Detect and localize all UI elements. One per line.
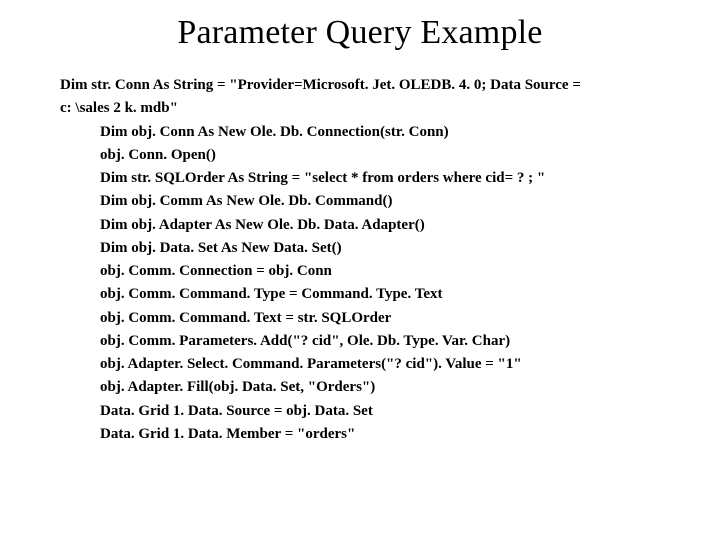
code-line: obj. Adapter. Select. Command. Parameter… xyxy=(60,353,680,376)
code-line: obj. Comm. Command. Type = Command. Type… xyxy=(60,283,680,306)
slide: Parameter Query Example Dim str. Conn As… xyxy=(0,0,720,540)
code-line: Dim obj. Data. Set As New Data. Set() xyxy=(60,237,680,260)
code-line: Data. Grid 1. Data. Source = obj. Data. … xyxy=(60,400,680,423)
code-line: Dim obj. Comm As New Ole. Db. Command() xyxy=(60,190,680,213)
code-line: obj. Comm. Parameters. Add("? cid", Ole.… xyxy=(60,330,680,353)
code-block: Dim str. Conn As String = "Provider=Micr… xyxy=(60,74,680,446)
code-line: Data. Grid 1. Data. Member = "orders" xyxy=(60,423,680,446)
code-line: Dim str. Conn As String = "Provider=Micr… xyxy=(60,74,680,97)
slide-title: Parameter Query Example xyxy=(40,14,680,52)
code-line: obj. Conn. Open() xyxy=(60,144,680,167)
code-line: obj. Comm. Connection = obj. Conn xyxy=(60,260,680,283)
code-line: Dim str. SQLOrder As String = "select * … xyxy=(60,167,680,190)
code-line: Dim obj. Conn As New Ole. Db. Connection… xyxy=(60,121,680,144)
code-line: Dim obj. Adapter As New Ole. Db. Data. A… xyxy=(60,214,680,237)
code-line: c: \sales 2 k. mdb" xyxy=(60,97,680,120)
code-line: obj. Comm. Command. Text = str. SQLOrder xyxy=(60,307,680,330)
code-line: obj. Adapter. Fill(obj. Data. Set, "Orde… xyxy=(60,376,680,399)
